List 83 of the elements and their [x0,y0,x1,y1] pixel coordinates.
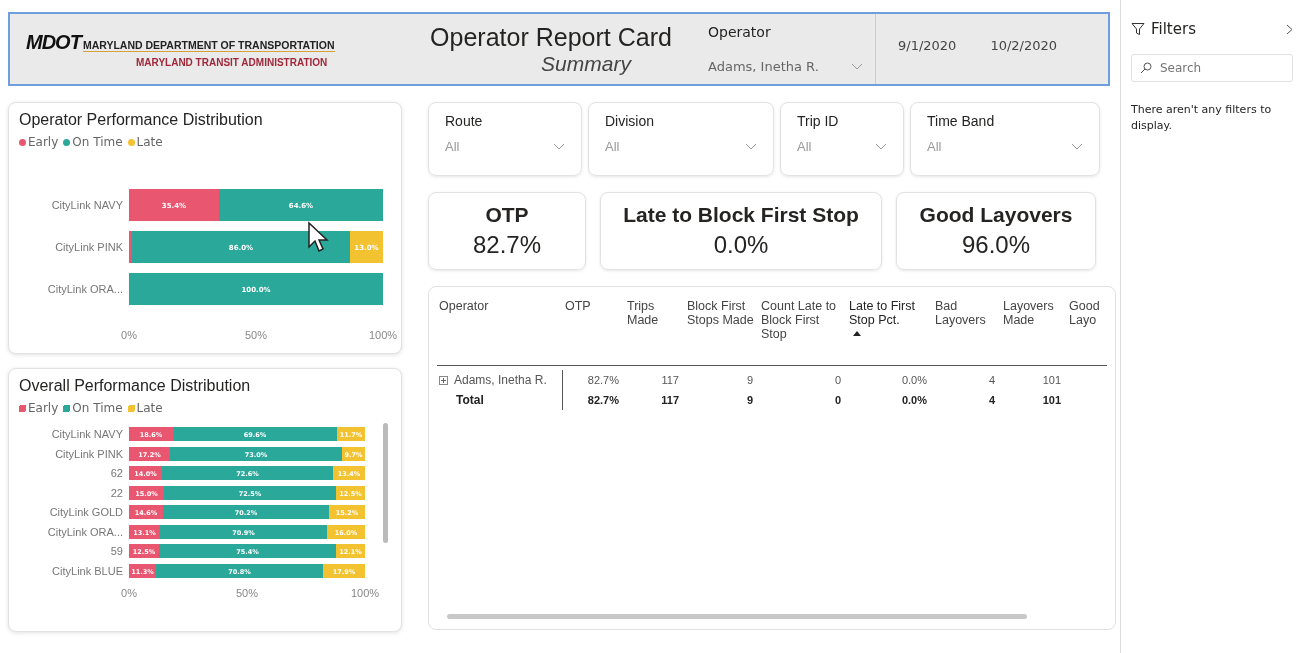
axis-tick-label: 0% [121,329,137,341]
filter-icon [1131,22,1145,36]
expand-icon[interactable] [439,375,448,385]
report-subtitle: Summary [540,51,631,76]
column-header[interactable]: Good Layo [1069,299,1105,327]
chevron-down-icon [851,62,863,71]
pane-title: Filters [1151,20,1197,38]
chevron-down-icon [1071,142,1083,151]
chart-title: Operator Performance Distribution [19,111,264,129]
slicer-label: Trip ID [797,113,840,129]
chevron-down-icon [745,142,757,151]
legend-label: On Time [72,401,123,415]
category-label: CityLink GOLD [49,506,123,518]
empty-message: There aren't any filters to display. [1131,102,1273,134]
table-cell: 101 [1042,394,1061,406]
category-label: CityLink PINK [55,241,123,253]
table-cell: 4 [988,394,995,406]
slicer-label: Route [445,113,484,129]
axis-tick-label: 0% [121,587,137,599]
kpi-value: 96.0% [961,231,1031,259]
column-header[interactable]: Late to First Stop Pct. [849,299,931,327]
column-header[interactable]: Count Late to Block First Stop [761,299,845,341]
table-cell: 9 [746,394,753,406]
column-header[interactable]: Layovers Made [1003,299,1065,327]
chevron-right-icon[interactable] [1286,23,1293,35]
table-cell: 0 [834,374,841,386]
operator-dropdown[interactable]: Adams, Inetha R. [708,59,863,74]
table-cell: 0.0% [901,374,927,386]
legend-label: Early [28,401,59,415]
legend-label: On Time [72,135,123,149]
legend-label: Late [136,401,163,415]
table-cell: 0.0% [901,394,927,406]
search-icon [1140,62,1152,74]
column-header[interactable]: Bad Layovers [935,299,999,327]
table-cell: 117 [661,374,679,386]
chart-title: Overall Performance Distribution [19,377,252,395]
category-label: 62 [110,467,123,479]
table-cell: 101 [1042,374,1061,386]
legend-label: Early [28,135,59,149]
logo-subtext: MARYLAND TRANSIT ADMINISTRATION [136,56,329,68]
kpi-title: OTP [485,203,529,227]
logo-text: MARYLAND DEPARTMENT OF TRANSPORTATION [82,38,335,52]
column-header[interactable]: Trips Made [627,299,683,327]
table-cell: 9 [746,374,753,386]
date-value: 10/2/2020 [990,38,1058,55]
table-cell: 0 [834,394,841,406]
table-cell: Adams, Inetha R. [454,373,547,387]
mouse-pointer-icon [307,221,329,253]
kpi-title: Late to Block First Stop [623,203,859,227]
column-header[interactable]: Operator [439,299,489,313]
kpi-value: 0.0% [713,231,769,259]
column-header[interactable]: Block First Stops Made [687,299,757,327]
report-title: Operator Report Card [430,22,672,52]
table-cell-text: Total [455,393,484,407]
chevron-down-icon [553,142,565,151]
category-label: CityLink NAVY [51,199,123,211]
category-label: 22 [110,486,123,499]
legend-label: Late [136,135,163,149]
logo-mark: MDOT [26,30,81,54]
column-header[interactable]: OTP [565,299,591,313]
axis-tick-label: 50% [245,329,267,341]
table-cell: 82.7% [587,394,619,406]
category-label: CityLink ORA... [47,525,123,538]
slicer-label: Division [605,113,655,129]
slicer-label: Operator [708,24,772,40]
kpi-title: Good Layovers [919,203,1073,227]
search-field[interactable]: Search [1131,54,1293,82]
chevron-down-icon [875,142,887,151]
scrollbar[interactable] [383,423,388,543]
table-cell: 117 [661,394,679,406]
axis-tick-label: 100% [350,587,380,599]
category-label: 59 [110,545,123,557]
category-label: CityLink PINK [55,447,123,460]
axis-tick-label: 50% [236,587,258,599]
category-label: CityLink NAVY [51,428,123,440]
table-cell: 82.7% [587,374,619,386]
category-label: CityLink BLUE [52,564,123,577]
category-label: CityLink ORA... [47,283,123,295]
slicer-label: Time Band [927,113,996,129]
axis-tick-label: 100% [368,329,398,341]
date-value: 9/1/2020 [898,38,957,55]
table-cell: 4 [988,374,995,386]
kpi-value: 82.7% [472,231,542,259]
